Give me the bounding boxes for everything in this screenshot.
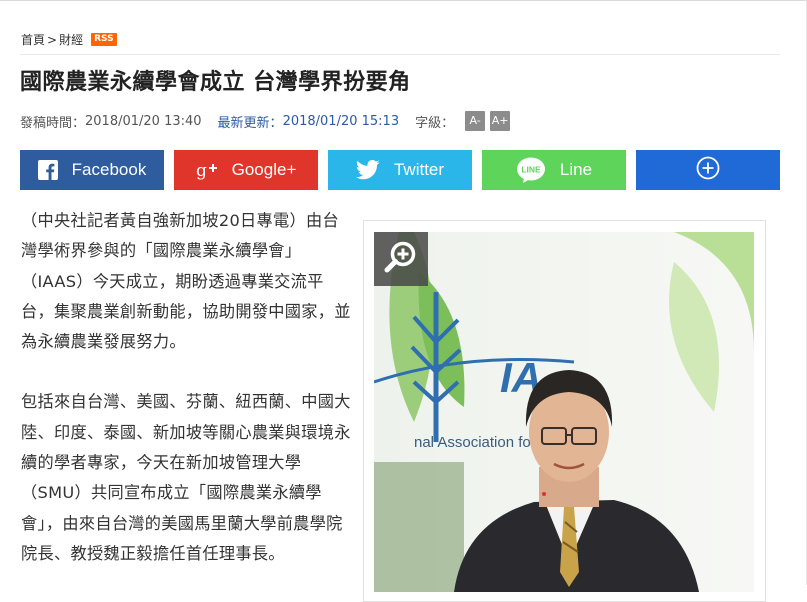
- twitter-share-button[interactable]: Twitter: [328, 150, 472, 190]
- facebook-icon: [37, 160, 58, 180]
- facebook-label: Facebook: [71, 160, 147, 179]
- line-share-button[interactable]: LINE Line: [482, 150, 626, 190]
- published-label: 發稿時間：: [20, 115, 86, 131]
- svg-text:LINE: LINE: [521, 165, 541, 175]
- plus-circle-icon: [696, 156, 720, 185]
- top-border: [0, 0, 807, 1]
- article-title: 國際農業永續學會成立 台灣學界扮要角: [20, 70, 411, 95]
- paragraph-2: 包括來自台灣、美國、芬蘭、紐西蘭、中國大陸、印度、泰國、新加坡等關心農業與環境永…: [21, 392, 351, 563]
- article-body: （中央社記者黃自強新加坡20日專電）由台灣學術界參與的「國際農業永續學會」（IA…: [21, 206, 351, 599]
- google-plus-icon: g: [196, 160, 218, 180]
- zoom-button[interactable]: [374, 232, 428, 286]
- twitter-icon: [355, 160, 380, 180]
- published-time: 2018/01/20 13:40: [85, 113, 202, 129]
- updated-time: 2018/01/20 15:13: [282, 113, 400, 129]
- breadcrumb-section[interactable]: 財經: [59, 31, 83, 48]
- line-icon: LINE: [516, 157, 546, 183]
- font-decrease-button[interactable]: A-: [465, 111, 486, 131]
- twitter-label: Twitter: [393, 160, 445, 179]
- svg-text:g: g: [196, 161, 207, 180]
- font-size-label: 字級：: [415, 115, 455, 131]
- rss-badge[interactable]: RSS: [91, 33, 117, 46]
- google-plus-share-button[interactable]: g Google+: [174, 150, 318, 190]
- more-share-button[interactable]: [636, 150, 780, 190]
- font-increase-button[interactable]: A+: [490, 111, 511, 131]
- svg-text:nal Association for A: nal Association for A: [414, 434, 549, 451]
- divider: [20, 54, 780, 55]
- breadcrumb-home[interactable]: 首頁: [21, 31, 45, 48]
- article-photo[interactable]: IA nal Association for A: [374, 232, 754, 592]
- breadcrumb-separator: >: [47, 32, 58, 47]
- article-meta: 發稿時間： 2018/01/20 13:40 最新更新： 2018/01/20 …: [20, 111, 511, 131]
- breadcrumb: 首頁 > 財經 RSS: [21, 31, 119, 48]
- facebook-share-button[interactable]: Facebook: [20, 150, 164, 190]
- google-plus-label: Google+: [231, 160, 297, 179]
- paragraph-1: （中央社記者黃自強新加坡20日專電）由台灣學術界參與的「國際農業永續學會」（IA…: [21, 211, 351, 352]
- zoom-in-icon: [383, 239, 419, 279]
- line-label: Line: [559, 160, 593, 179]
- updated-label: 最新更新：: [217, 115, 283, 131]
